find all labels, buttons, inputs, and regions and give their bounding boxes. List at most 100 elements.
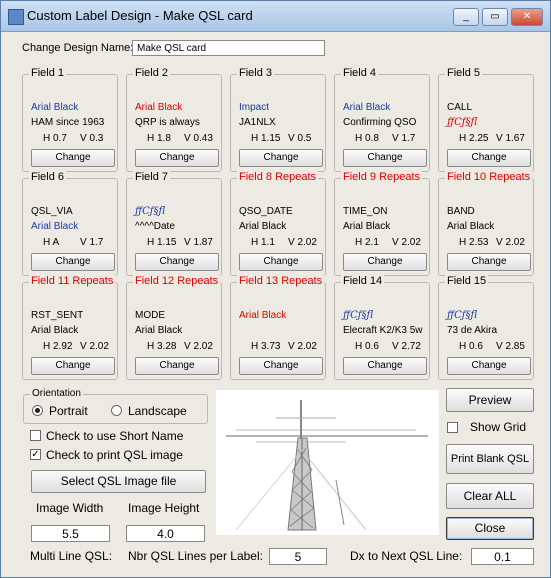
field-h-value: H 2.92 <box>43 341 73 352</box>
select-qsl-image-button[interactable]: Select QSL Image file <box>31 470 206 493</box>
preview-button[interactable]: Preview <box>446 388 534 412</box>
print-qsl-checkbox[interactable]: ✓ <box>30 449 41 460</box>
field-change-button[interactable]: Change <box>343 149 427 167</box>
field-line-2: HAM since 1963 <box>31 117 105 128</box>
image-width-input[interactable]: 5.5 <box>31 525 110 542</box>
field-title: Field 10 Repeats <box>445 171 533 183</box>
field-change-button[interactable]: Change <box>447 149 531 167</box>
field-title: Field 4 <box>341 67 379 79</box>
field-line-1: MODE <box>135 310 165 321</box>
field-change-button[interactable]: Change <box>135 253 219 271</box>
dx-next-label: Dx to Next QSL Line: <box>350 549 463 563</box>
field-h-value: H 0.6 <box>355 341 379 352</box>
minimize-button[interactable]: _ <box>453 8 479 26</box>
field-line-2: 73 de Akira <box>447 325 498 336</box>
field-line-1: Arial Black <box>239 310 287 321</box>
field-title: Field 13 Repeats <box>237 275 325 287</box>
field-h-value: H 0.8 <box>355 133 379 144</box>
close-button[interactable]: Close <box>446 517 534 540</box>
field-box-9: Field 9 Repeats TIME_ON Arial Black H 2.1 V … <box>334 171 430 276</box>
field-box-4: Field 4 Arial Black Confirming QSO H 0.8 V 1… <box>334 67 430 172</box>
field-title: Field 12 Repeats <box>133 275 221 287</box>
dx-next-input[interactable]: 0.1 <box>471 548 534 565</box>
field-change-button[interactable]: Change <box>31 149 115 167</box>
field-line-2: Arial Black <box>343 221 391 232</box>
field-line-2: Confirming QSO <box>343 117 417 128</box>
print-blank-qsl-button[interactable]: Print Blank QSL <box>446 444 534 474</box>
field-v-value: V 0.43 <box>184 133 213 144</box>
field-v-value: V 1.7 <box>392 133 416 144</box>
print-qsl-label[interactable]: Check to print QSL image <box>46 448 183 462</box>
title-bar[interactable]: Custom Label Design - Make QSL card _ ▭ … <box>1 1 550 32</box>
field-box-13: Field 13 Repeats Arial Black H 3.73 V 2.02 C… <box>230 275 326 380</box>
close-window-button[interactable]: ✕ <box>511 8 543 26</box>
field-h-value: H 1.15 <box>147 237 177 248</box>
field-h-value: H 0.7 <box>43 133 67 144</box>
image-width-label: Image Width <box>36 501 104 515</box>
short-name-label[interactable]: Check to use Short Name <box>46 429 183 443</box>
field-title: Field 14 <box>341 275 385 287</box>
field-title: Field 2 <box>133 67 171 79</box>
portrait-label[interactable]: Portrait <box>49 404 88 418</box>
field-line-1: TIME_ON <box>343 206 388 217</box>
field-change-button[interactable]: Change <box>135 149 219 167</box>
field-change-button[interactable]: Change <box>31 253 115 271</box>
field-h-value: H 2.25 <box>459 133 489 144</box>
field-v-value: V 2.02 <box>288 341 317 352</box>
field-line-1: BAND <box>447 206 475 217</box>
portrait-radio[interactable] <box>32 405 43 416</box>
field-h-value: H 2.1 <box>355 237 379 248</box>
field-title: Field 11 Repeats <box>29 275 116 287</box>
field-line-1: Arial Black <box>31 102 79 113</box>
field-v-value: V 2.02 <box>392 237 421 248</box>
field-line-1: QSL_VIA <box>31 206 73 217</box>
field-h-value: H A <box>43 237 60 248</box>
image-height-input[interactable]: 4.0 <box>126 525 205 542</box>
field-h-value: H 1.1 <box>251 237 275 248</box>
multi-line-label: Multi Line QSL: <box>30 549 113 563</box>
field-title: Field 5 <box>445 67 483 79</box>
field-h-value: H 1.15 <box>251 133 281 144</box>
field-change-button[interactable]: Change <box>135 357 219 375</box>
field-line-2: ƒƒCƒ§ƒl <box>447 117 478 128</box>
field-box-8: Field 8 Repeats QSO_DATE Arial Black H 1.1 V… <box>230 171 326 276</box>
field-line-2: ^^^^Date <box>135 221 175 232</box>
field-line-2: Elecraft K2/K3 5w <box>343 325 423 336</box>
field-h-value: H 0.6 <box>459 341 483 352</box>
field-box-5: Field 5 CALL ƒƒCƒ§ƒl H 2.25 V 1.67 Change <box>438 67 534 172</box>
field-line-1: CALL <box>447 102 473 113</box>
field-box-12: Field 12 Repeats MODE Arial Black H 3.28 V 2… <box>126 275 222 380</box>
field-box-15: Field 15 ƒƒCƒ§ƒl 73 de Akira H 0.6 V 2.85 Cha… <box>438 275 534 380</box>
field-v-value: V 2.85 <box>496 341 525 352</box>
window-title: Custom Label Design - Make QSL card <box>27 8 253 23</box>
short-name-checkbox[interactable] <box>30 430 41 441</box>
field-v-value: V 0.5 <box>288 133 312 144</box>
field-change-button[interactable]: Change <box>239 357 323 375</box>
field-v-value: V 2.72 <box>392 341 421 352</box>
landscape-radio[interactable] <box>111 405 122 416</box>
field-v-value: V 2.02 <box>80 341 109 352</box>
design-name-input[interactable]: Make QSL card <box>132 40 325 56</box>
field-line-1: ƒƒCƒ§ƒl <box>135 206 166 217</box>
field-change-button[interactable]: Change <box>239 253 323 271</box>
field-change-button[interactable]: Change <box>447 253 531 271</box>
field-change-button[interactable]: Change <box>343 357 427 375</box>
field-line-1: Impact <box>239 102 270 113</box>
field-change-button[interactable]: Change <box>343 253 427 271</box>
clear-all-button[interactable]: Clear ALL <box>446 483 534 509</box>
field-title: Field 3 <box>237 67 275 79</box>
field-line-1: Arial Black <box>135 102 183 113</box>
show-grid-label[interactable]: Show Grid <box>470 420 526 434</box>
landscape-label[interactable]: Landscape <box>128 404 187 418</box>
orientation-group: Orientation Portrait Landscape <box>23 388 208 424</box>
maximize-button[interactable]: ▭ <box>482 8 508 26</box>
field-change-button[interactable]: Change <box>31 357 115 375</box>
field-change-button[interactable]: Change <box>447 357 531 375</box>
field-change-button[interactable]: Change <box>239 149 323 167</box>
field-line-2: Arial Black <box>31 325 79 336</box>
field-title: Field 8 Repeats <box>237 171 319 183</box>
field-v-value: V 2.02 <box>496 237 525 248</box>
show-grid-checkbox[interactable] <box>447 422 458 433</box>
field-box-10: Field 10 Repeats BAND Arial Black H 2.53 V 2… <box>438 171 534 276</box>
nbr-lines-input[interactable]: 5 <box>269 548 327 565</box>
